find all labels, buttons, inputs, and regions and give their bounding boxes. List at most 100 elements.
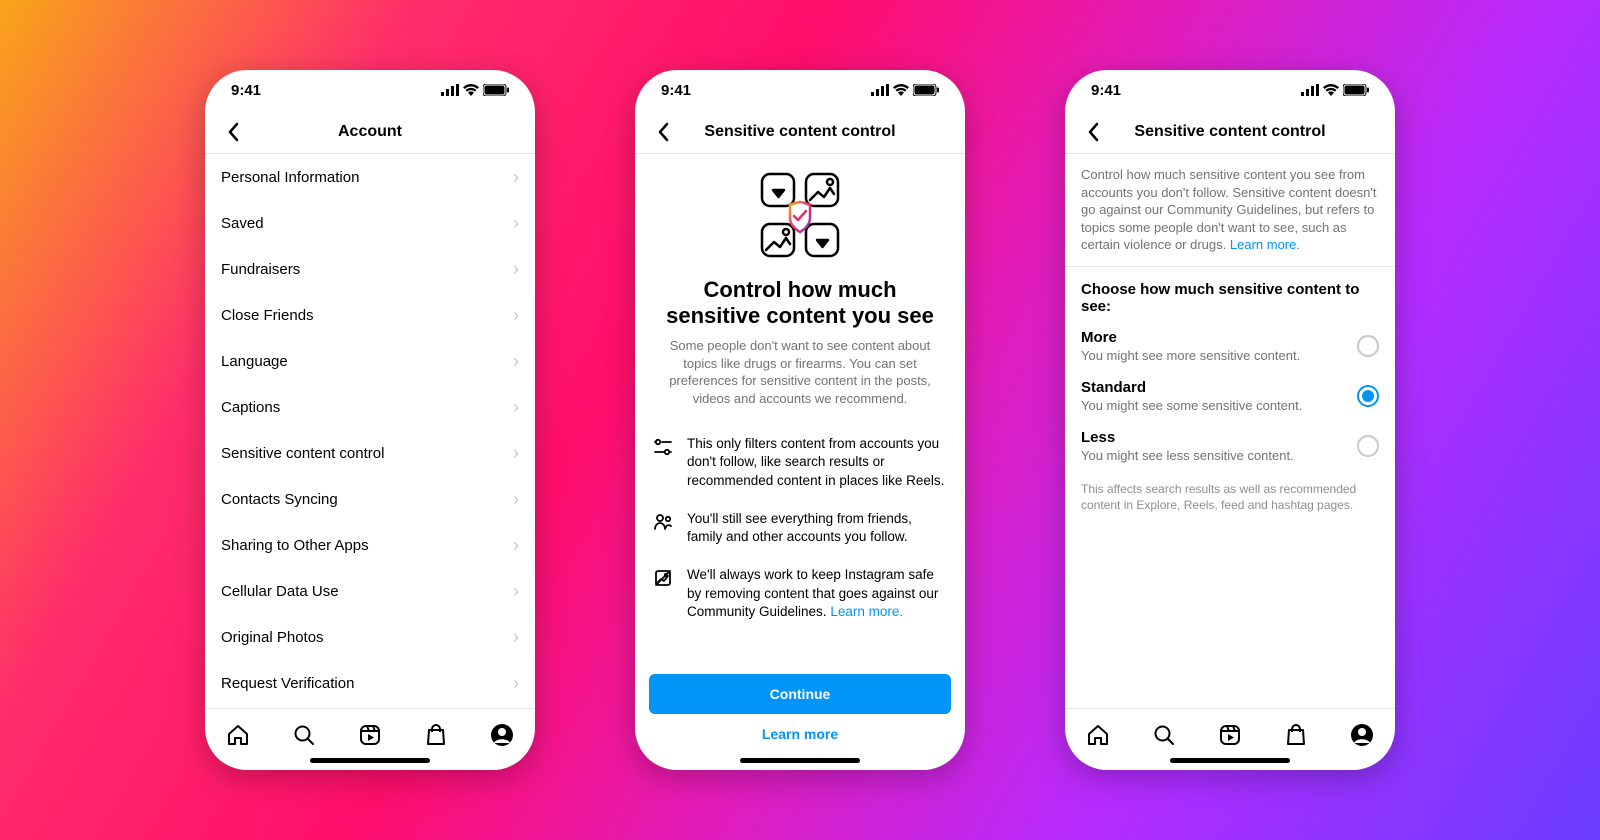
menu-item[interactable]: Cellular Data Use› (205, 568, 535, 614)
chevron-right-icon: › (513, 673, 519, 694)
tab-search[interactable] (1152, 723, 1176, 747)
section-heading: Choose how much sensitive content to see… (1065, 267, 1395, 321)
hero-illustration (740, 170, 860, 260)
menu-item[interactable]: Sensitive content control› (205, 430, 535, 476)
cellular-icon (1301, 84, 1319, 96)
menu-item[interactable]: Contacts Syncing› (205, 476, 535, 522)
option-desc: You might see some sensitive content. (1081, 398, 1302, 413)
options-content: Control how much sensitive content you s… (1065, 154, 1395, 708)
menu-item-label: Close Friends (221, 307, 314, 324)
chevron-left-icon (657, 122, 669, 142)
intro-body: Control how much sensitive content you s… (1081, 167, 1376, 252)
chevron-right-icon: › (513, 259, 519, 280)
tab-reels[interactable] (1218, 723, 1242, 747)
learn-more-link[interactable]: Learn more. (1230, 237, 1300, 252)
option-desc: You might see less sensitive content. (1081, 448, 1294, 463)
nav-bar: Sensitive content control (1065, 110, 1395, 154)
chevron-right-icon: › (513, 167, 519, 188)
status-time: 9:41 (1091, 82, 1121, 99)
menu-item[interactable]: Saved › (205, 200, 535, 246)
wifi-icon (1323, 84, 1339, 96)
battery-icon (483, 84, 509, 96)
shop-icon (424, 723, 448, 747)
tab-profile[interactable] (490, 723, 514, 747)
chevron-right-icon: › (513, 443, 519, 464)
chevron-right-icon: › (513, 581, 519, 602)
back-button[interactable] (1075, 114, 1111, 150)
menu-item-label: Original Photos (221, 629, 324, 646)
chevron-right-icon: › (513, 351, 519, 372)
option-standard[interactable]: Standard You might see some sensitive con… (1065, 371, 1395, 421)
menu-item[interactable]: Sharing to Other Apps› (205, 522, 535, 568)
menu-item-label: Contacts Syncing (221, 491, 338, 508)
wifi-icon (893, 84, 909, 96)
learn-more-inline-link[interactable]: Learn more. (830, 604, 903, 619)
back-button[interactable] (645, 114, 681, 150)
bullet-text: This only filters content from accounts … (687, 435, 947, 490)
hero-subtitle: Some people don't want to see content ab… (655, 337, 945, 407)
option-desc: You might see more sensitive content. (1081, 348, 1300, 363)
account-menu: Personal Information›Saved›Fundraisers›C… (205, 154, 535, 708)
search-icon (1152, 723, 1176, 747)
page-title: Sensitive content control (635, 123, 965, 141)
back-button[interactable] (215, 114, 251, 150)
battery-icon (913, 84, 939, 96)
menu-item-label: Saved (221, 215, 264, 232)
tab-home[interactable] (226, 723, 250, 747)
tab-search[interactable] (292, 723, 316, 747)
search-icon (292, 723, 316, 747)
reels-icon (358, 723, 382, 747)
menu-item[interactable]: Original Photos › (205, 614, 535, 660)
phone-intro: 9:41 Sensitive content control (635, 70, 965, 770)
menu-item-label: Sharing to Other Apps (221, 537, 369, 554)
menu-item-label: Fundraisers (221, 261, 300, 278)
menu-item-label: Request Verification (221, 675, 354, 692)
chevron-right-icon: › (513, 397, 519, 418)
tab-shop[interactable] (1284, 723, 1308, 747)
radio-button[interactable] (1357, 385, 1379, 407)
option-more[interactable]: More You might see more sensitive content… (1065, 321, 1395, 371)
tab-reels[interactable] (358, 723, 382, 747)
menu-item-label: Captions (221, 399, 280, 416)
bullet-icon (653, 437, 673, 490)
nav-bar: Sensitive content control (635, 110, 965, 154)
tab-shop[interactable] (424, 723, 448, 747)
phone-account: 9:41 Account Personal Information› Saved ›… (205, 70, 535, 770)
menu-item[interactable]: Request Verification › (205, 660, 535, 706)
option-title: Less (1081, 429, 1294, 446)
shop-icon (1284, 723, 1308, 747)
bullet-item: You'll still see everything from friends… (653, 500, 947, 556)
home-indicator (1170, 758, 1290, 763)
menu-item[interactable]: Close Friends› (205, 292, 535, 338)
cellular-icon (441, 84, 459, 96)
bullet-text: You'll still see everything from friends… (687, 510, 947, 546)
status-icons (1301, 84, 1369, 96)
page-title: Account (205, 123, 535, 141)
continue-button[interactable]: Continue (649, 674, 951, 714)
bullet-item: This only filters content from accounts … (653, 425, 947, 500)
chevron-left-icon (227, 122, 239, 142)
tab-home[interactable] (1086, 723, 1110, 747)
cellular-icon (871, 84, 889, 96)
profile-icon (1350, 723, 1374, 747)
chevron-right-icon: › (513, 627, 519, 648)
status-time: 9:41 (231, 82, 261, 99)
intro-text: Control how much sensitive content you s… (1065, 154, 1395, 267)
option-less[interactable]: Less You might see less sensitive content… (1065, 421, 1395, 471)
menu-item[interactable]: Fundraisers › (205, 246, 535, 292)
menu-item[interactable]: Language› (205, 338, 535, 384)
radio-button[interactable] (1357, 335, 1379, 357)
menu-item[interactable]: Captions › (205, 384, 535, 430)
option-title: More (1081, 329, 1300, 346)
bullet-text: We'll always work to keep Instagram safe… (687, 566, 947, 621)
radio-button[interactable] (1357, 435, 1379, 457)
wifi-icon (463, 84, 479, 96)
chevron-right-icon: › (513, 213, 519, 234)
home-indicator (310, 758, 430, 763)
reels-icon (1218, 723, 1242, 747)
tab-profile[interactable] (1350, 723, 1374, 747)
chevron-left-icon (1087, 122, 1099, 142)
bullet-icon (653, 512, 673, 546)
option-title: Standard (1081, 379, 1302, 396)
menu-item[interactable]: Personal Information› (205, 154, 535, 200)
